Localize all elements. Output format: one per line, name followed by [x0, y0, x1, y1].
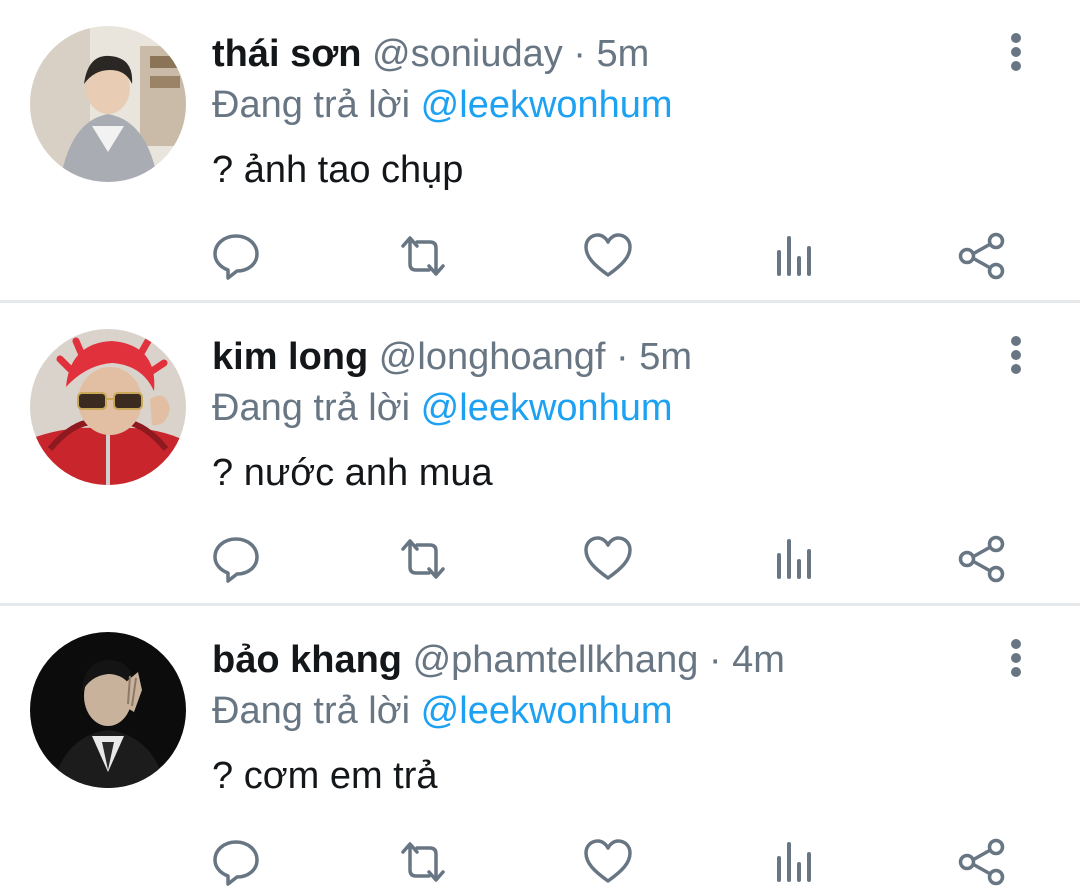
heart-icon [584, 233, 632, 277]
display-name[interactable]: bảo khang [212, 639, 402, 681]
reply-mention-link[interactable]: @leekwonhum [421, 690, 673, 732]
reply-button[interactable] [210, 836, 262, 888]
share-icon [958, 232, 1005, 280]
heart-icon [584, 536, 632, 580]
share-icon [958, 838, 1005, 886]
share-button[interactable] [956, 533, 1008, 585]
retweet-icon [401, 236, 445, 276]
retweet-icon [401, 539, 445, 579]
tweet-header: kim long @longhoangf · 5m [212, 331, 692, 383]
reply-icon [213, 234, 259, 280]
display-name[interactable]: kim long [212, 336, 368, 378]
more-vertical-icon [1011, 639, 1021, 677]
reply-context: Đang trả lời @leekwonhum [212, 80, 673, 130]
retweet-button[interactable] [397, 533, 449, 585]
reply-mention-link[interactable]: @leekwonhum [421, 84, 673, 126]
reply-icon [213, 840, 259, 886]
like-button[interactable] [582, 533, 634, 585]
timestamp[interactable]: 5m [597, 33, 650, 75]
reply-prefix: Đang trả lời [212, 690, 411, 732]
more-options-button[interactable] [996, 333, 1036, 377]
user-handle[interactable]: @soniuday [372, 33, 563, 75]
reply-context: Đang trả lời @leekwonhum [212, 686, 673, 736]
analytics-button[interactable] [770, 836, 822, 888]
analytics-icon [777, 842, 811, 882]
reply-context: Đang trả lời @leekwonhum [212, 383, 673, 433]
more-options-button[interactable] [996, 30, 1036, 74]
display-name[interactable]: thái sơn [212, 33, 361, 75]
reply-button[interactable] [210, 533, 262, 585]
analytics-button[interactable] [770, 230, 822, 282]
tweet-header: bảo khang @phamtellkhang · 4m [212, 634, 785, 686]
like-button[interactable] [582, 230, 634, 282]
share-button[interactable] [956, 230, 1008, 282]
tweet-item[interactable]: kim long @longhoangf · 5m Đang trả lời @… [0, 303, 1080, 603]
analytics-icon [777, 236, 811, 276]
share-icon [958, 535, 1005, 583]
tweet-text: ? nước anh mua [212, 452, 493, 494]
heart-icon [584, 839, 632, 883]
reply-prefix: Đang trả lời [212, 387, 411, 429]
more-vertical-icon [1011, 33, 1021, 71]
tweet-text: ? cơm em trả [212, 755, 438, 797]
retweet-button[interactable] [397, 230, 449, 282]
timestamp[interactable]: 5m [639, 336, 692, 378]
tweet-item[interactable]: thái sơn @soniuday · 5m Đang trả lời @le… [0, 0, 1080, 300]
more-options-button[interactable] [996, 636, 1036, 680]
share-button[interactable] [956, 836, 1008, 888]
timestamp[interactable]: 4m [732, 639, 785, 681]
reply-feed: thái sơn @soniuday · 5m Đang trả lời @le… [0, 0, 1080, 892]
separator-dot: · [573, 33, 586, 75]
separator-dot: · [616, 336, 629, 378]
more-vertical-icon [1011, 336, 1021, 374]
retweet-button[interactable] [397, 836, 449, 888]
reply-button[interactable] [210, 230, 262, 282]
analytics-button[interactable] [770, 533, 822, 585]
reply-prefix: Đang trả lời [212, 84, 411, 126]
avatar[interactable] [30, 632, 186, 788]
tweet-text: ? ảnh tao chụp [212, 149, 464, 191]
reply-mention-link[interactable]: @leekwonhum [421, 387, 673, 429]
avatar[interactable] [30, 329, 186, 485]
separator-dot: · [708, 639, 722, 681]
tweet-item[interactable]: bảo khang @phamtellkhang · 4m Đang trả l… [0, 606, 1080, 892]
like-button[interactable] [582, 836, 634, 888]
retweet-icon [401, 842, 445, 882]
reply-icon [213, 537, 259, 583]
tweet-header: thái sơn @soniuday · 5m [212, 28, 649, 80]
user-handle[interactable]: @phamtellkhang [413, 639, 699, 681]
avatar[interactable] [30, 26, 186, 182]
user-handle[interactable]: @longhoangf [379, 336, 606, 378]
analytics-icon [777, 539, 811, 579]
